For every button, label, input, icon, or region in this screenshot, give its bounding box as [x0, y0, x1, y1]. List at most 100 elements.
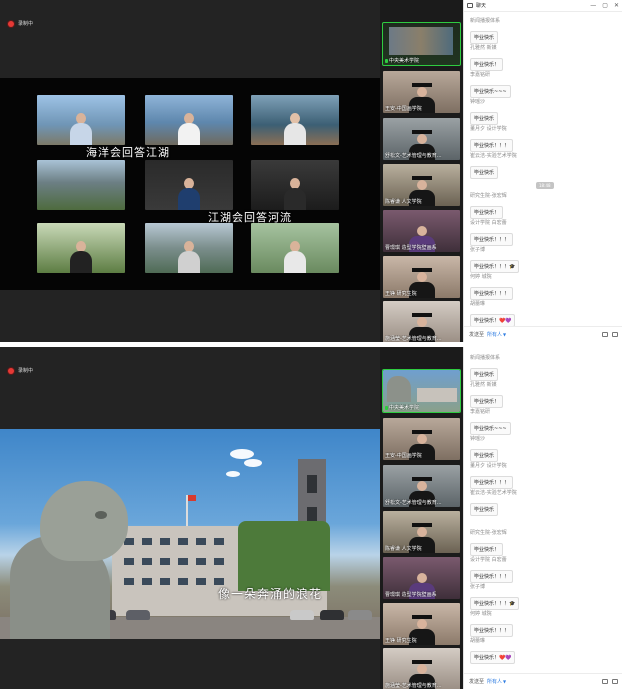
- recording-indicator: 录制中: [8, 367, 33, 374]
- participant-tile[interactable]: 王安-中国画学院: [383, 418, 460, 460]
- car: [320, 610, 344, 620]
- recording-indicator: 录制中: [8, 20, 33, 27]
- message-text: 毕业快乐: [470, 449, 499, 462]
- message-text: 毕业快乐！！！: [470, 287, 514, 300]
- video-tile: [37, 160, 125, 210]
- participant-tile[interactable]: 王铮 研究生院: [383, 256, 460, 298]
- chevron-down-icon[interactable]: ▼: [503, 332, 506, 337]
- chat-message: 何婷 城院 毕业快乐！！！: [470, 273, 514, 300]
- participant-name: 施涵莹-艺术管理与教育...: [385, 683, 442, 689]
- shared-video[interactable]: 海洋会回答江湖 江湖会回答河流: [0, 78, 380, 290]
- recipient-select[interactable]: 所有人: [487, 678, 502, 685]
- message-sender: 胡蕾琳: [470, 638, 486, 644]
- participant-name: 舒松文-艺术管理与教育...: [385, 153, 442, 159]
- recipient-select[interactable]: 所有人: [487, 331, 502, 338]
- minimize-icon[interactable]: —: [590, 2, 596, 9]
- participant-name: 舒松文-艺术管理与教育...: [385, 500, 442, 506]
- participant-tile[interactable]: 舒松文-艺术管理与教育...: [383, 465, 460, 507]
- chat-timestamp: 18:48: [536, 182, 554, 189]
- video-tile: [37, 223, 125, 273]
- message-sender: 张子博: [470, 247, 486, 253]
- message-text: 毕业快乐~~~: [470, 422, 511, 435]
- chat-message: 胡蕾琳 毕业快乐！❤️💜: [470, 300, 516, 327]
- participant-name: 王铮 研究生院: [385, 638, 417, 644]
- participant-tile[interactable]: 施涵莹-艺术管理与教育...: [383, 648, 460, 689]
- message-sender: 钟瑶沙: [470, 99, 486, 105]
- flag: [186, 495, 196, 529]
- message-text: 毕业快乐！！！: [470, 139, 514, 152]
- shared-video[interactable]: [0, 429, 380, 639]
- chat-message: 崔云洁-实验艺术学院毕业快乐: [470, 152, 517, 179]
- participant-name: 曹璟琪 造型学院壁画系: [385, 592, 437, 598]
- lyric-caption-overlay: 像一朵奔涌的浪花: [218, 587, 323, 601]
- message-sender: 研究生院-张宏辉: [470, 193, 507, 199]
- video-tile: [145, 223, 233, 273]
- message-text: 毕业快乐！: [470, 543, 504, 556]
- video-tile: [145, 95, 233, 145]
- ivy-wall: [238, 521, 330, 591]
- message-sender: 崔云洁-实验艺术学院: [470, 153, 517, 159]
- lyric-caption: 海洋会回答江湖: [86, 146, 170, 159]
- message-text: 毕业快乐: [470, 166, 499, 179]
- chat-message: 钟瑶沙 毕业快乐: [470, 435, 499, 462]
- message-text: 毕业快乐！: [470, 58, 504, 71]
- close-icon[interactable]: ✕: [614, 2, 619, 9]
- message-sender: 钟瑶沙: [470, 436, 486, 442]
- chat-message: 研究生院-张宏辉 毕业快乐！: [470, 192, 507, 219]
- person-figure: [178, 178, 200, 210]
- message-text: 毕业快乐！！！🎓: [470, 260, 520, 273]
- participant-name: 施涵莹-艺术管理与教育...: [385, 336, 442, 342]
- person-figure: [178, 241, 200, 273]
- participant-tile[interactable]: 陈睿谦 人文学院: [383, 164, 460, 206]
- participant-tile[interactable]: 曹璟琪 造型学院壁画系: [383, 210, 460, 252]
- message-text: 毕业快乐！！！: [470, 570, 514, 583]
- mic-icon: [385, 58, 388, 63]
- message-text: 毕业快乐！！！: [470, 476, 514, 489]
- record-dot-icon: [8, 20, 14, 27]
- participant-tile[interactable]: 中央美术学院: [382, 22, 461, 66]
- message-text: 毕业快乐: [470, 503, 499, 516]
- person-figure: [284, 178, 306, 210]
- participant-name: 曹璟琪 造型学院壁画系: [385, 245, 437, 251]
- person-figure: [178, 113, 200, 145]
- participant-tile[interactable]: 曹璟琪 造型学院壁画系: [383, 557, 460, 599]
- message-text: 毕业快乐！❤️💜: [470, 651, 516, 664]
- participant-tile[interactable]: 王安-中国画学院: [383, 71, 460, 113]
- message-sender: 何婷 城院: [470, 611, 492, 617]
- message-text: 毕业快乐: [470, 31, 499, 44]
- message-text: 毕业快乐！！！🎓: [470, 597, 520, 610]
- message-sender: 李嘉铭研: [470, 72, 491, 78]
- participant-tile[interactable]: 中央美术学院: [382, 369, 461, 413]
- message-text: 毕业快乐！！！: [470, 233, 514, 246]
- participants-panel: 中央美术学院 王安-中国画学院 舒松文-艺术管理与教育... 陈睿谦 人文学院 …: [380, 347, 463, 689]
- participant-tile[interactable]: 陈睿谦 人文学院: [383, 511, 460, 553]
- chat-message: 设计学院 白宏蕾 毕业快乐！！！: [470, 219, 514, 246]
- chevron-down-icon[interactable]: ▼: [503, 679, 506, 684]
- message-text: 毕业快乐: [470, 368, 499, 381]
- lion-preview: [387, 376, 411, 402]
- message-sender: 孔雅然 新媒: [470, 382, 497, 388]
- file-icon[interactable]: [602, 679, 608, 684]
- chat-message: 孔雅然 新媒毕业快乐！: [470, 381, 504, 408]
- message-sender: 研究生院-张宏辉: [470, 530, 507, 536]
- screenshot-icon[interactable]: [612, 679, 618, 684]
- video-tile: [145, 160, 233, 210]
- participant-tile[interactable]: 舒松文-艺术管理与教育...: [383, 118, 460, 160]
- chat-message: 钟瑶沙 毕业快乐: [470, 98, 499, 125]
- chat-message: 新闻播报体系 毕业快乐: [470, 354, 500, 381]
- chat-message: 胡蕾琳毕业快乐！❤️💜: [470, 637, 516, 664]
- message-sender: 崔云洁-实验艺术学院: [470, 490, 517, 496]
- cloud: [230, 449, 254, 459]
- chat-panel: 聊天 — ▢ ✕ 新闻播报体系 毕业快乐 孔雅然 新媒 毕业快乐！ 李嘉铭研 毕业快乐…: [463, 0, 622, 342]
- car: [348, 610, 372, 620]
- message-sender: 孔雅然 新媒: [470, 45, 497, 51]
- chat-message: 董月夕 设计学院 毕业快乐！！！: [470, 462, 514, 489]
- participant-tile[interactable]: 王铮 研究生院: [383, 603, 460, 645]
- maximize-icon[interactable]: ▢: [602, 2, 608, 9]
- message-sender: 张子博: [470, 584, 486, 590]
- message-text: 毕业快乐！: [470, 395, 504, 408]
- chat-message: 崔云洁-实验艺术学院毕业快乐: [470, 489, 517, 516]
- file-icon[interactable]: [602, 332, 608, 337]
- participant-tile[interactable]: 施涵莹-艺术管理与教育...: [383, 301, 460, 342]
- screenshot-icon[interactable]: [612, 332, 618, 337]
